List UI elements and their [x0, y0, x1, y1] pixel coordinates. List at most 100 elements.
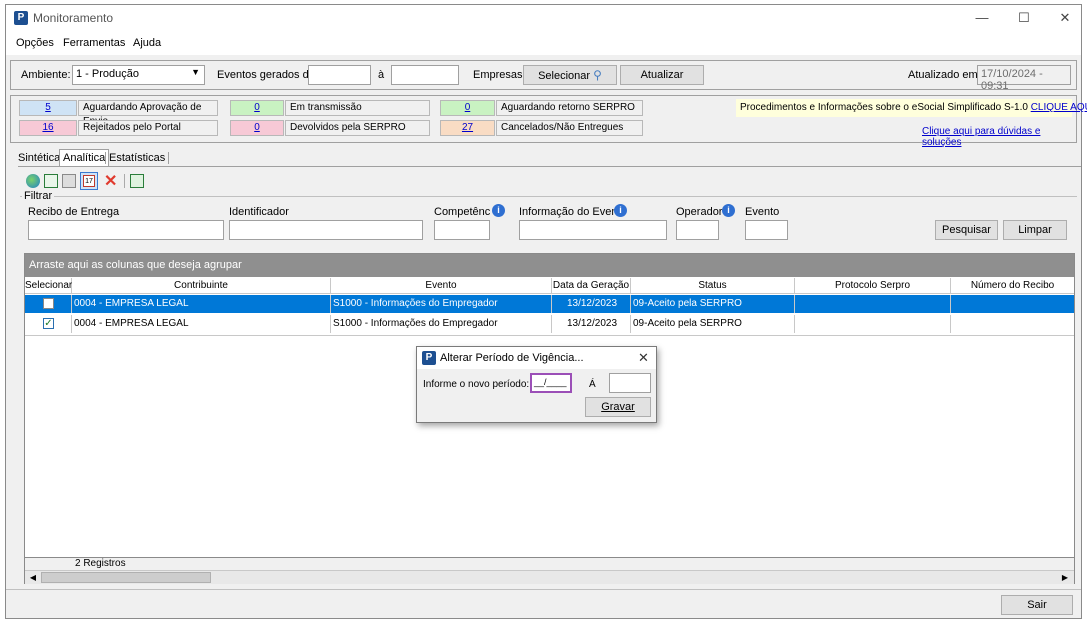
informacao-input[interactable] — [519, 220, 667, 240]
col-numero-recibo[interactable]: Número do Recibo — [951, 278, 1074, 294]
title-bar: P Monitoramento — ☐ ✕ — [6, 5, 1081, 31]
alterar-periodo-dialog: P Alterar Período de Vigência... ✕ Infor… — [416, 346, 657, 423]
import-icon[interactable] — [44, 174, 58, 188]
table-row[interactable]: ✓ 0004 - EMPRESA LEGAL S1000 - Informaçõ… — [25, 315, 1074, 333]
row-select-cell: ✓ — [25, 315, 72, 333]
chevron-down-icon: ▼ — [191, 67, 200, 77]
scroll-left-icon[interactable]: ◀ — [27, 572, 39, 583]
menu-ferramentas[interactable]: Ferramentas — [63, 37, 125, 49]
dialog-title-bar: P Alterar Período de Vigência... ✕ — [417, 347, 656, 369]
table-row[interactable]: 0004 - EMPRESA LEGAL S1000 - Informações… — [25, 295, 1074, 313]
menu-bar: Opções Ferramentas Ajuda — [6, 31, 1081, 55]
calendar-day: 17 — [83, 175, 95, 187]
operador-input[interactable] — [676, 220, 719, 240]
maximize-button[interactable]: ☐ — [1010, 9, 1038, 27]
atualizado-value: 17/10/2024 - 09:31 — [977, 65, 1071, 92]
window-title: Monitoramento — [33, 11, 114, 25]
delete-icon[interactable]: ✕ — [104, 171, 117, 191]
periodo-start-input[interactable]: __/____ — [530, 373, 572, 393]
minimize-button[interactable]: — — [968, 9, 996, 27]
tab-analitica[interactable]: Analítica — [59, 149, 110, 166]
status-count-rejeitados[interactable]: 16 — [19, 120, 77, 136]
col-protocolo[interactable]: Protocolo Serpro — [795, 278, 951, 294]
menu-opcoes[interactable]: Opções — [16, 37, 54, 49]
menu-ajuda[interactable]: Ajuda — [133, 37, 161, 49]
status-label-em-transmissao: Em transmissão — [285, 100, 430, 116]
identificador-input[interactable] — [229, 220, 423, 240]
ambiente-select[interactable]: 1 - Produção ▼ — [72, 65, 205, 85]
eventos-end-date[interactable] — [391, 65, 459, 85]
col-status[interactable]: Status — [631, 278, 795, 294]
col-selecionar[interactable]: Selecionar — [25, 278, 72, 294]
status-count-em-transmissao[interactable]: 0 — [230, 100, 284, 116]
recibo-input[interactable] — [28, 220, 224, 240]
pesquisar-button[interactable]: Pesquisar — [935, 220, 998, 240]
dialog-title: Alterar Período de Vigência... — [440, 352, 584, 364]
operador-info-icon[interactable]: i — [722, 204, 735, 217]
sair-button[interactable]: Sair — [1001, 595, 1073, 615]
status-count-aguardando-aprovacao[interactable]: 5 — [19, 100, 77, 116]
operador-label: Operador — [676, 206, 723, 218]
filter-group-label: Filtrar — [22, 190, 55, 202]
group-by-area[interactable]: Arraste aqui as colunas que deseja agrup… — [25, 254, 1074, 277]
filter-toolbar: Ambiente: 1 - Produção ▼ Eventos gerados… — [10, 60, 1077, 92]
cell-evento: S1000 - Informações do Empregador — [331, 295, 552, 313]
evento-input[interactable] — [745, 220, 788, 240]
informacao-label: Informação do Evento — [519, 206, 627, 218]
tab-estatisticas[interactable]: Estatísticas — [105, 152, 170, 164]
cell-protocolo — [795, 315, 951, 333]
duvidas-link[interactable]: Clique aqui para dúvidas e soluções — [922, 126, 1081, 148]
scroll-right-icon[interactable]: ▶ — [1059, 572, 1071, 583]
selecionar-button[interactable]: Selecionar ⚲ — [523, 65, 617, 85]
clique-aqui-link[interactable]: CLIQUE AQUI — [1031, 102, 1087, 113]
identificador-label: Identificador — [229, 206, 289, 218]
cell-data: 13/12/2023 — [552, 315, 631, 333]
limpar-button[interactable]: Limpar — [1003, 220, 1067, 240]
cell-evento: S1000 - Informações do Empregador — [331, 315, 552, 333]
globe-icon[interactable] — [26, 174, 40, 188]
horizontal-scrollbar[interactable]: ◀ ▶ — [25, 570, 1074, 584]
status-count-cancelados[interactable]: 27 — [440, 120, 495, 136]
cell-contribuinte: 0004 - EMPRESA LEGAL — [72, 295, 331, 313]
dialog-close-icon[interactable]: ✕ — [638, 350, 649, 366]
row-checkbox[interactable] — [43, 298, 54, 309]
cell-recibo — [951, 315, 1074, 333]
export-excel-icon[interactable] — [130, 174, 144, 188]
status-label-devolvidos: Devolvidos pela SERPRO — [285, 120, 430, 136]
recibo-label: Recibo de Entrega — [28, 206, 120, 218]
selecionar-label: Selecionar — [538, 70, 591, 82]
atualizar-button[interactable]: Atualizar — [620, 65, 704, 85]
cell-data: 13/12/2023 — [552, 295, 631, 313]
grid-footer: 2 Registros — [25, 557, 1074, 570]
competencia-info-icon[interactable]: i — [492, 204, 505, 217]
tab-sintetica[interactable]: Sintética — [18, 152, 60, 164]
status-count-aguardando-retorno[interactable]: 0 — [440, 100, 495, 116]
copy-icon[interactable] — [62, 174, 76, 188]
close-button[interactable]: ✕ — [1051, 9, 1079, 27]
col-contribuinte[interactable]: Contribuinte — [72, 278, 331, 294]
a-label: à — [378, 69, 385, 81]
app-icon: P — [14, 11, 28, 25]
col-evento[interactable]: Evento — [331, 278, 552, 294]
ambiente-value: 1 - Produção — [76, 68, 139, 80]
cell-contribuinte: 0004 - EMPRESA LEGAL — [72, 315, 331, 333]
dialog-app-icon: P — [422, 351, 436, 365]
cell-recibo — [951, 295, 1074, 313]
gravar-button[interactable]: Gravar — [585, 397, 651, 417]
col-data-geracao[interactable]: Data da Geração — [552, 278, 631, 294]
search-icon: ⚲ — [593, 68, 602, 82]
informacao-info-icon[interactable]: i — [614, 204, 627, 217]
calendar-icon[interactable]: 17 — [80, 172, 98, 190]
dialog-prompt: Informe o novo período: — [423, 379, 530, 390]
registros-count: 2 Registros — [75, 558, 126, 569]
toolbar-separator — [124, 174, 125, 188]
ambiente-label: Ambiente: — [21, 69, 71, 81]
status-count-devolvidos[interactable]: 0 — [230, 120, 284, 136]
cell-protocolo — [795, 295, 951, 313]
scroll-thumb[interactable] — [41, 572, 211, 583]
row-checkbox-checked[interactable]: ✓ — [43, 318, 54, 329]
periodo-end-input[interactable] — [609, 373, 651, 393]
competencia-input[interactable] — [434, 220, 490, 240]
cell-status: 09-Aceito pela SERPRO — [631, 315, 795, 333]
eventos-start-date[interactable] — [308, 65, 371, 85]
